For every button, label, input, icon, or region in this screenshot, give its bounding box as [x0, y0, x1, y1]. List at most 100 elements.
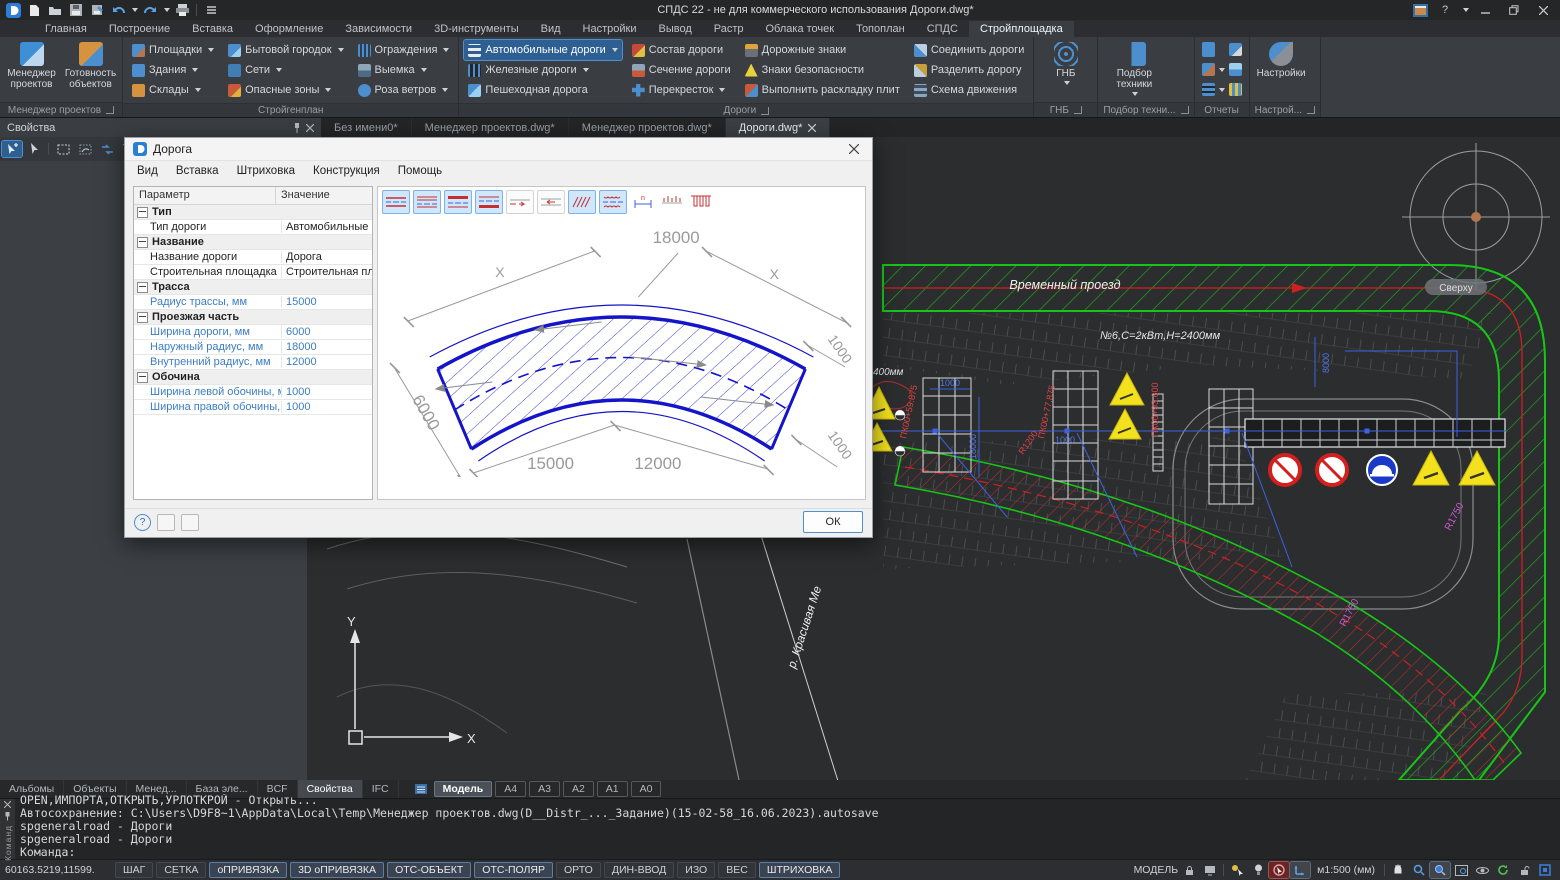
zoom-icon[interactable] [1409, 862, 1429, 878]
new-file-icon[interactable] [25, 2, 43, 18]
orbit-icon[interactable] [1472, 862, 1492, 878]
isolate-objects-icon[interactable] [1269, 862, 1289, 878]
toggle-izo[interactable]: ИЗО [677, 862, 715, 878]
tab-vyvod[interactable]: Вывод [647, 21, 702, 37]
menu-vstavka[interactable]: Вставка [176, 165, 219, 177]
tab-close-icon[interactable] [808, 124, 816, 132]
lightbulb-cursor-icon[interactable] [1227, 862, 1247, 878]
lane-single-icon[interactable] [382, 190, 410, 214]
dialog-close-button[interactable] [844, 140, 864, 158]
report-objects-button[interactable] [1229, 61, 1242, 79]
panel-close-icon[interactable] [306, 124, 314, 132]
width-dim-icon[interactable]: n [630, 190, 656, 212]
doc-tab-unnamed[interactable]: Без имени0* [321, 118, 412, 137]
report-tables-button[interactable] [1202, 81, 1225, 99]
viewport-lock-icon[interactable] [1179, 862, 1199, 878]
lightbulb-icon[interactable] [1248, 862, 1268, 878]
annotation-monitor-icon[interactable] [1200, 862, 1220, 878]
minimize-button[interactable] [1472, 1, 1498, 19]
doc-tab-dorogi[interactable]: Дороги.dwg* [726, 118, 831, 137]
hatch-fill-icon[interactable] [568, 190, 596, 214]
tab-oblaka-tochek[interactable]: Облака точек [755, 21, 846, 37]
tab-rastr[interactable]: Растр [703, 21, 755, 37]
toggle-orto[interactable]: ОРТО [556, 862, 601, 878]
table-group-row[interactable]: Проезжая часть [134, 310, 372, 325]
ribbon-item-roza-vetrov[interactable]: Роза ветров [354, 80, 454, 100]
barrier-icon[interactable] [688, 190, 714, 212]
menu-konstruktsiya[interactable]: Конструкция [313, 165, 380, 177]
gnb-button[interactable]: ГНБ [1037, 39, 1094, 100]
podbor-tekhniki-button[interactable]: Подбор техники [1101, 39, 1167, 100]
table-row-outer-radius[interactable]: Наружный радиус, мм18000 [134, 340, 372, 355]
dialog-launcher-icon[interactable] [761, 107, 769, 115]
object-readiness-button[interactable]: Готовность объектов [62, 39, 119, 100]
dialog-settings-icon[interactable] [157, 514, 175, 531]
pin-icon[interactable] [4, 812, 11, 821]
hatch-edges-icon[interactable] [599, 190, 627, 214]
collapse-icon[interactable] [137, 372, 148, 383]
tab-stroyploshchadka[interactable]: Стройплощадка [969, 21, 1074, 37]
selection-cycle-icon[interactable] [97, 141, 117, 157]
select-window-icon[interactable] [53, 141, 73, 157]
table-row-inner-radius[interactable]: Внутренний радиус, мм12000 [134, 355, 372, 370]
toggle-ots-obekt[interactable]: ОТС-ОБЪЕКТ [387, 862, 471, 878]
ucs-toggle-icon[interactable] [1290, 862, 1310, 878]
project-manager-button[interactable]: Менеджер проектов [3, 39, 60, 100]
redo-caret-icon[interactable] [164, 8, 170, 12]
tab-glavnaya[interactable]: Главная [34, 21, 98, 37]
tab-zavisimosti[interactable]: Зависимости [334, 21, 423, 37]
lane-top-icon[interactable] [444, 190, 472, 214]
command-history[interactable]: OPEN,ИМПОРТА,ОТКРЫТЬ,УРЛОТКРОЙ - Открыть… [15, 794, 1560, 859]
ribbon-item-sechenie-dorogi[interactable]: Сечение дороги [628, 60, 735, 80]
settings-button[interactable]: Настройки [1253, 39, 1310, 100]
ok-button[interactable]: ОК [803, 511, 863, 533]
toggle-ves[interactable]: ВЕС [718, 862, 756, 878]
tab-vstavka[interactable]: Вставка [181, 21, 244, 37]
pin-icon[interactable] [293, 123, 301, 133]
help-caret-icon[interactable] [1463, 8, 1469, 12]
restore-button[interactable] [1501, 1, 1527, 19]
undo-caret-icon[interactable] [132, 8, 138, 12]
ribbon-item-dorozhnye-znaki[interactable]: Дорожные знаки [741, 40, 904, 60]
tab-3d-instrumenty[interactable]: 3D-инструменты [423, 21, 530, 37]
table-row[interactable]: Строительная площадкаСтроительная пло... [134, 265, 372, 280]
clean-screen-icon[interactable] [1535, 862, 1555, 878]
table-group-row[interactable]: Обочина [134, 370, 372, 385]
dialog-help-button[interactable]: ? [134, 514, 151, 531]
ribbon-item-skhema-dvizheniya[interactable]: Схема движения [910, 80, 1028, 100]
undo-icon[interactable] [109, 2, 127, 18]
lane-bottom-icon[interactable] [475, 190, 503, 214]
toggle-shag[interactable]: ШАГ [115, 862, 153, 878]
tab-spds[interactable]: СПДС [916, 21, 969, 37]
doc-tab-project-manager-1[interactable]: Менеджер проектов.dwg* [412, 118, 569, 137]
annotation-scale[interactable]: м1:500 (мм) [1311, 864, 1381, 876]
ribbon-item-ploshchadki[interactable]: Площадки [128, 40, 218, 60]
close-button[interactable] [1530, 1, 1556, 19]
table-row-left-shoulder[interactable]: Ширина левой обочины, мм1000 [134, 385, 372, 400]
ribbon-item-sklady[interactable]: Склады [128, 80, 218, 100]
dialog-launcher-icon[interactable] [1074, 106, 1082, 114]
ribbon-item-razdelit-dorogu[interactable]: Разделить дорогу [910, 60, 1028, 80]
toggle-din-vvod[interactable]: ДИН-ВВОД [604, 862, 674, 878]
collapse-icon[interactable] [137, 282, 148, 293]
zoom-window-icon[interactable] [1430, 862, 1450, 878]
select-add-icon[interactable] [2, 141, 22, 157]
panel-close-icon[interactable] [4, 801, 11, 808]
tab-vid[interactable]: Вид [530, 21, 572, 37]
report-links-button[interactable] [1202, 61, 1225, 79]
ribbon-item-bytovoy-gorodok[interactable]: Бытовой городок [224, 40, 347, 60]
ribbon-item-opasnye-zony[interactable]: Опасные зоны [224, 80, 347, 100]
customize-icon[interactable] [202, 2, 220, 18]
select-lasso-icon[interactable] [75, 141, 95, 157]
table-row[interactable]: Название дорогиДорога [134, 250, 372, 265]
select-cursor-icon[interactable] [24, 141, 44, 157]
report-grid-button[interactable] [1229, 81, 1242, 99]
command-prompt[interactable]: Команда: [20, 846, 1555, 859]
table-group-row[interactable]: Трасса [134, 280, 372, 295]
tab-topoplan[interactable]: Топоплан [845, 21, 916, 37]
ribbon-item-znaki-bezopasnosti[interactable]: Знаки безопасности [741, 60, 904, 80]
dialog-launcher-icon[interactable] [1307, 106, 1315, 114]
ribbon-item-zdaniya[interactable]: Здания [128, 60, 218, 80]
print-icon[interactable] [173, 2, 191, 18]
table-row[interactable]: Тип дорогиАвтомобильные вр... [134, 220, 372, 235]
